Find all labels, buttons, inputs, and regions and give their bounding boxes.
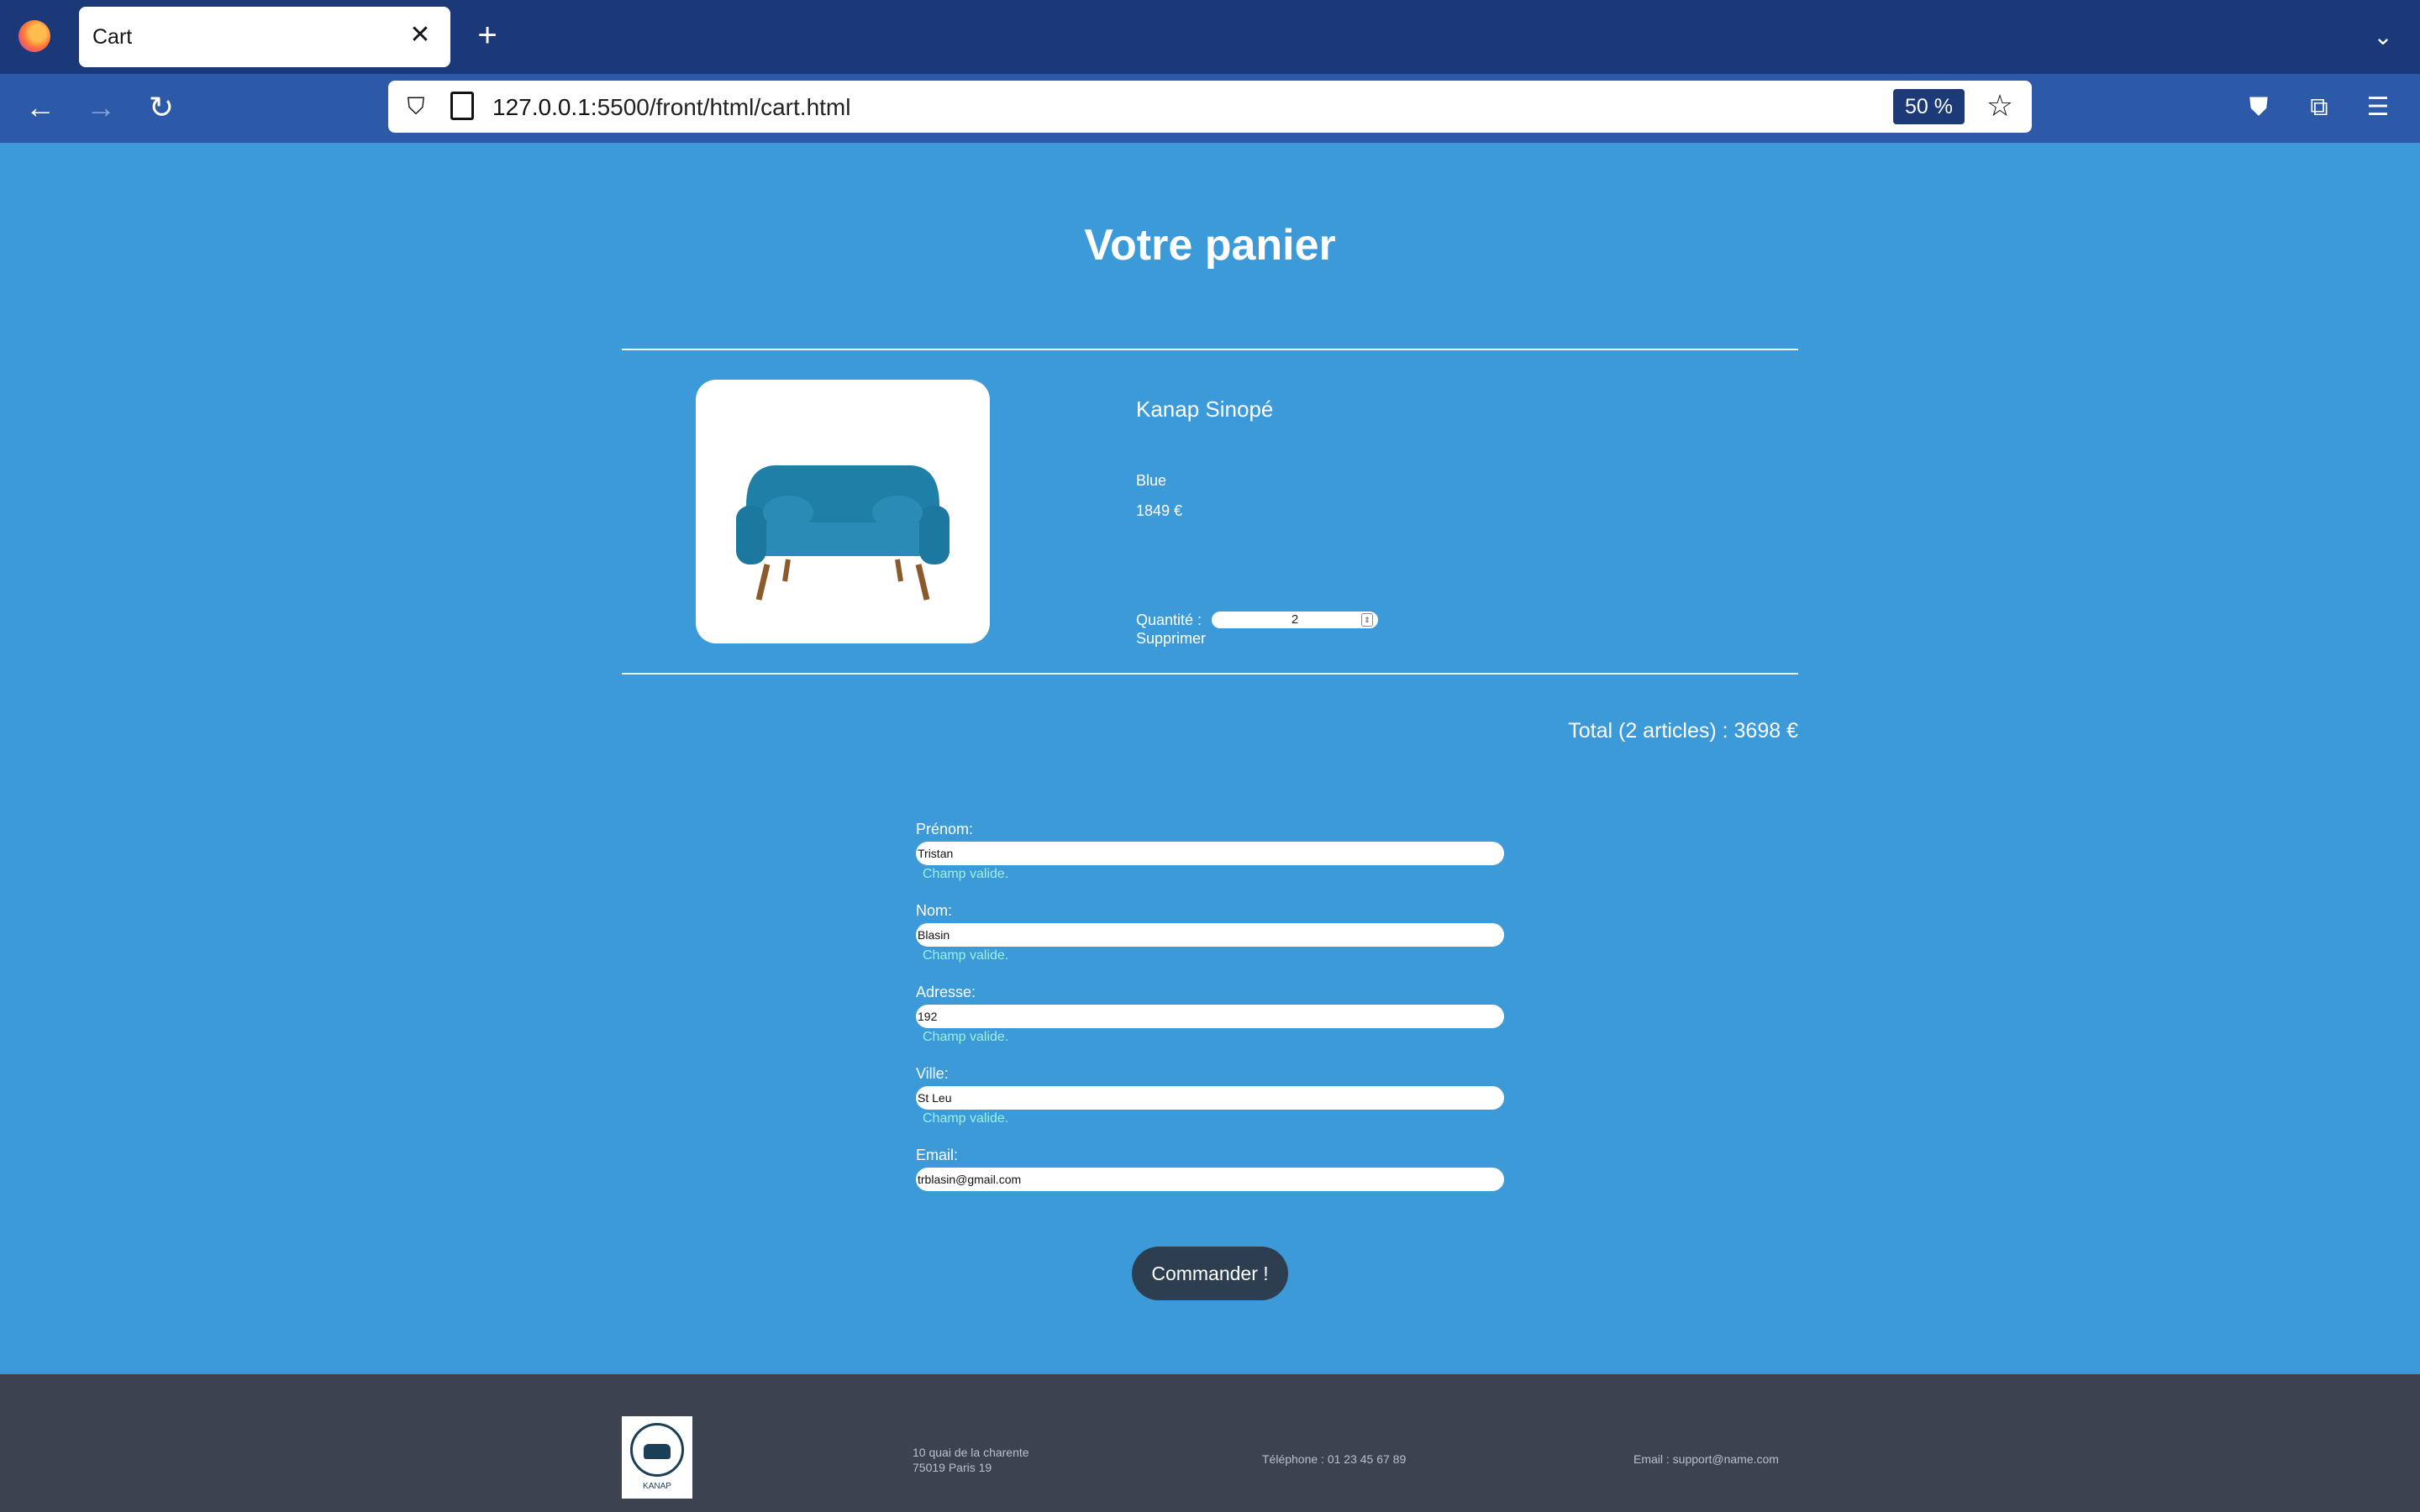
product-image (696, 380, 990, 643)
url-text[interactable]: 127.0.0.1:5500/front/html/cart.html (492, 94, 850, 121)
order-button[interactable]: Commander ! (1132, 1247, 1288, 1300)
quantity-label: Quantité : (1136, 612, 1202, 628)
close-tab-icon[interactable]: ✕ (403, 18, 437, 52)
divider (622, 673, 1798, 675)
pocket-icon[interactable]: ⛊ (2240, 89, 2277, 126)
delete-button[interactable]: Supprimer (1136, 630, 1206, 648)
navigation-bar: ← → ↻ ⛉ 127.0.0.1:5500/front/html/cart.h… (0, 74, 2420, 143)
logo-text: KANAP (643, 1482, 671, 1491)
shield-icon[interactable]: ⛉ (403, 93, 429, 120)
email-input[interactable]: trblasin@gmail.com (916, 1168, 1504, 1191)
url-bar[interactable]: ⛉ 127.0.0.1:5500/front/html/cart.html 50… (388, 81, 2032, 133)
last-name-label: Nom: (916, 902, 953, 919)
kanap-logo[interactable]: KANAP (622, 1416, 692, 1499)
quantity-spinner-icon[interactable]: ⇕ (1361, 613, 1373, 627)
address-valid-msg: Champ valide. (923, 1030, 1009, 1044)
product-color: Blue (1136, 472, 1167, 489)
product-name: Kanap Sinopé (1136, 396, 1274, 422)
tab-bar: Cart ✕ + ⌄ (0, 0, 2420, 74)
tab-cart[interactable]: Cart ✕ (79, 7, 450, 67)
reload-icon[interactable]: ↻ (141, 87, 182, 128)
extensions-icon[interactable]: ⧉ (2301, 89, 2338, 126)
address-label: Adresse: (916, 984, 976, 1000)
page-title: Votre panier (1084, 221, 1336, 270)
address-input[interactable]: 192 (916, 1005, 1504, 1028)
footer-phone: Téléphone : 01 23 45 67 89 (1262, 1452, 1407, 1466)
first-name-label: Prénom: (916, 821, 974, 837)
email-label: Email: (916, 1147, 959, 1163)
footer-email: Email : support@name.com (1634, 1452, 1779, 1466)
city-input[interactable]: St Leu (916, 1086, 1504, 1110)
menu-icon[interactable]: ☰ (2360, 89, 2396, 126)
last-name-valid-msg: Champ valide. (923, 948, 1009, 963)
bookmark-star-icon[interactable]: ☆ (1983, 89, 2017, 123)
first-name-valid-msg: Champ valide. (923, 867, 1009, 881)
quantity-input[interactable]: 2 ⇕ (1212, 612, 1378, 628)
city-label: Ville: (916, 1065, 949, 1082)
footer: KANAP 10 quai de la charente 75019 Paris… (0, 1374, 2420, 1512)
new-tab-icon[interactable]: + (469, 17, 506, 54)
first-name-input[interactable]: Tristan (916, 842, 1504, 865)
cart-total: Total (2 articles) : 3698 € (1568, 719, 1798, 743)
chevron-down-icon[interactable]: ⌄ (2366, 20, 2400, 54)
forward-icon[interactable]: → (81, 87, 121, 128)
back-icon[interactable]: ← (20, 87, 60, 128)
product-price: 1849 € (1136, 502, 1183, 519)
cart-page: Votre panier Kanap Sinopé Blue 1849 € Qu… (0, 143, 2420, 1369)
sofa-icon (644, 1444, 671, 1459)
firefox-logo-icon (18, 20, 50, 52)
last-name-input[interactable]: Blasin (916, 923, 1504, 947)
divider (622, 349, 1798, 350)
page-icon (450, 92, 474, 120)
logo-circle (630, 1423, 684, 1477)
footer-address: 10 quai de la charente 75019 Paris 19 (913, 1446, 1029, 1474)
zoom-level[interactable]: 50 % (1893, 89, 1965, 124)
tab-title: Cart (92, 25, 133, 49)
city-valid-msg: Champ valide. (923, 1111, 1009, 1126)
